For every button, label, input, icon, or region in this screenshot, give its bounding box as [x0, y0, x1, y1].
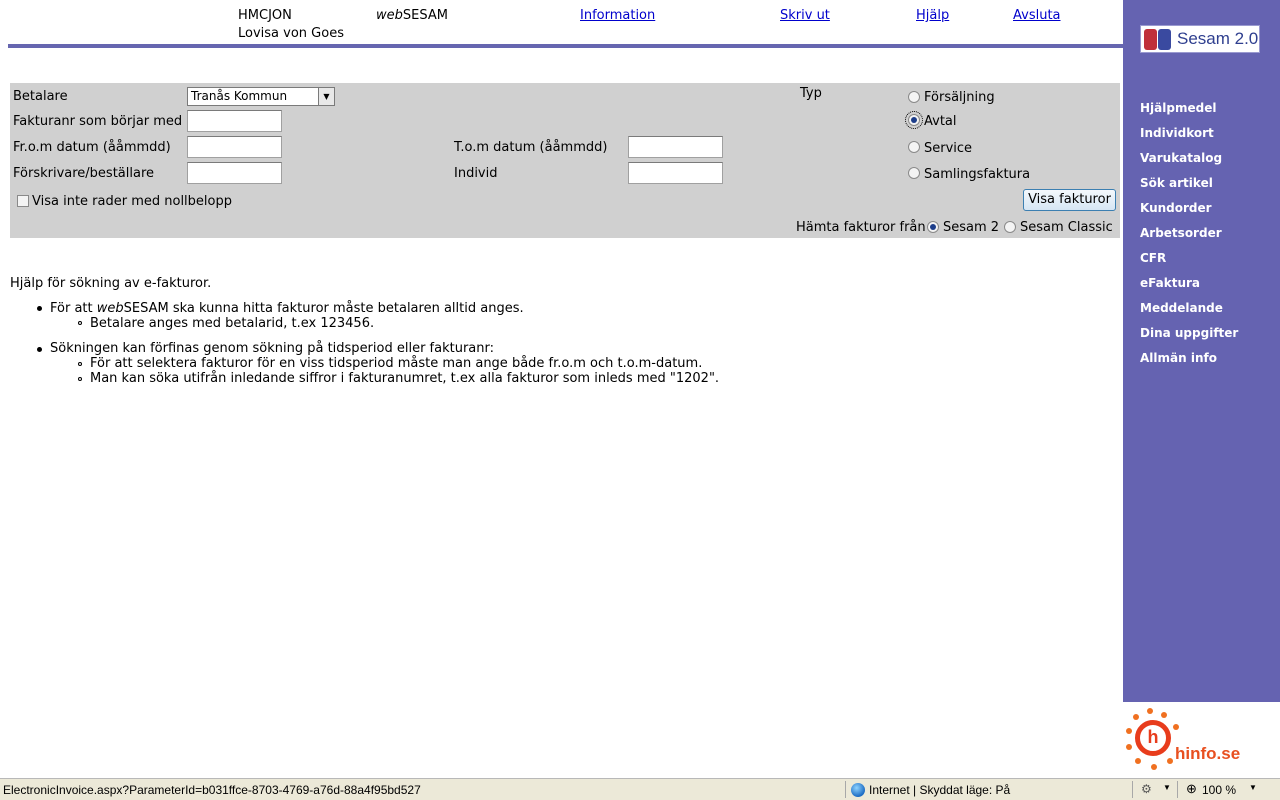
hinfo-dot [1151, 764, 1157, 770]
hinfo-h-letter: h [1147, 727, 1159, 747]
user-name: Lovisa von Goes [238, 26, 344, 41]
chevron-down-icon[interactable]: ▼ [1163, 783, 1171, 792]
chevron-down-icon[interactable]: ▼ [318, 88, 334, 105]
protected-mode-icon[interactable]: ⚙ [1141, 782, 1152, 796]
sub-bullet-icon [78, 377, 82, 381]
to-date-input[interactable] [628, 136, 723, 158]
hinfo-text: hinfo.se [1175, 744, 1241, 763]
sidebar-item-allman-info[interactable]: Allmän info [1140, 351, 1217, 365]
app-name-prefix: web [376, 8, 403, 23]
app-name: webSESAM [376, 8, 448, 23]
hinfo-logo[interactable]: h hinfo.se [1123, 702, 1280, 777]
sidebar-item-meddelande[interactable]: Meddelande [1140, 301, 1223, 315]
status-separator [1177, 781, 1178, 798]
bullet-dot-icon [37, 347, 42, 352]
help-title: Hjälp för sökning av e-fakturor. [10, 276, 212, 291]
sidebar-item-kundorder[interactable]: Kundorder [1140, 201, 1212, 215]
type-label-service: Service [924, 141, 973, 156]
zoom-icon[interactable]: ⊕ [1186, 781, 1197, 797]
help-bullet-1-sub-1: Betalare anges med betalarid, t.ex 12345… [90, 316, 375, 331]
type-label-forsaljning: Försäljning [924, 90, 995, 105]
status-bar: ElectronicInvoice.aspx?ParameterId=b031f… [0, 778, 1280, 800]
status-zone: Internet | Skyddat läge: På [869, 783, 1011, 797]
help-bullet-2: Sökningen kan förfinas genom sökning på … [50, 341, 495, 356]
fetch-radio-sesam2[interactable] [927, 221, 939, 233]
hide-zero-label: Visa inte rader med nollbelopp [32, 194, 232, 209]
invoice-no-input[interactable] [187, 110, 282, 132]
hinfo-dot [1133, 714, 1139, 720]
help-bullet-1: För att webSESAM ska kunna hitta fakturo… [50, 301, 524, 316]
app-name-suffix: SESAM [402, 8, 448, 23]
sub-bullet-icon [78, 362, 82, 366]
prescriber-input[interactable] [187, 162, 282, 184]
hinfo-dot [1126, 728, 1132, 734]
sidebar-item-arbetsorder[interactable]: Arbetsorder [1140, 226, 1222, 240]
help-bullet-1-prefix: För att [50, 301, 97, 316]
sidebar-item-hjalpmedel[interactable]: Hjälpmedel [1140, 101, 1216, 115]
header-divider [8, 44, 1123, 48]
zoom-level[interactable]: 100 % [1202, 783, 1236, 797]
payer-select[interactable]: Tranås Kommun ▼ [187, 87, 335, 106]
help-link[interactable]: Hjälp [916, 8, 949, 23]
help-bullet-2-sub-1: För att selektera fakturor för en viss t… [90, 356, 703, 371]
individual-label: Individ [454, 166, 498, 181]
fetch-radio-sesam-classic[interactable] [1004, 221, 1016, 233]
payer-select-value: Tranås Kommun [191, 89, 288, 103]
hide-zero-checkbox[interactable] [17, 195, 29, 207]
hinfo-dot [1161, 712, 1167, 718]
sidebar-item-varukatalog[interactable]: Varukatalog [1140, 151, 1222, 165]
individual-input[interactable] [628, 162, 723, 184]
sidebar-item-dina-uppgifter[interactable]: Dina uppgifter [1140, 326, 1238, 340]
hinfo-dot [1135, 758, 1141, 764]
fetch-from-label: Hämta fakturor från [796, 220, 926, 235]
hinfo-dot [1167, 758, 1173, 764]
status-separator [845, 781, 846, 798]
hinfo-dot [1126, 744, 1132, 750]
fetch-label-sesam2: Sesam 2 [943, 220, 1000, 235]
globe-icon [851, 783, 865, 797]
from-date-label: Fr.o.m datum (ååmmdd) [13, 140, 171, 155]
bullet-dot-icon [37, 306, 42, 311]
type-radio-forsaljning[interactable] [908, 91, 920, 103]
type-radio-samlingsfaktura[interactable] [908, 167, 920, 179]
to-date-label: T.o.m datum (ååmmdd) [454, 140, 608, 155]
show-invoices-button[interactable]: Visa fakturor [1023, 189, 1116, 211]
sesam-logo-mark-red [1144, 29, 1157, 50]
sidebar-item-sok-artikel[interactable]: Sök artikel [1140, 176, 1213, 190]
sesam-logo-text: Sesam 2.0 [1177, 29, 1259, 48]
hinfo-circle-icon: h [1135, 720, 1171, 756]
logout-link[interactable]: Avsluta [1013, 8, 1061, 23]
type-radio-service[interactable] [908, 141, 920, 153]
search-form: Betalare Tranås Kommun ▼ Fakturanr som b… [10, 83, 1120, 238]
help-bullet-1-brand: web [96, 301, 124, 316]
payer-label: Betalare [13, 89, 68, 104]
type-radio-avtal[interactable] [905, 111, 923, 129]
type-label-samlingsfaktura: Samlingsfaktura [924, 167, 1031, 182]
sidebar-item-cfr[interactable]: CFR [1140, 251, 1166, 265]
status-url: ElectronicInvoice.aspx?ParameterId=b031f… [3, 783, 421, 797]
sidebar: Sesam 2.0 Hjälpmedel Individkort Varukat… [1123, 0, 1280, 702]
help-bullet-2-sub-2: Man kan söka utifrån inledande siffror i… [90, 371, 720, 386]
sidebar-item-efaktura[interactable]: eFaktura [1140, 276, 1200, 290]
fetch-label-sesam-classic: Sesam Classic [1020, 220, 1113, 235]
chevron-down-icon[interactable]: ▼ [1249, 783, 1257, 792]
invoice-no-label: Fakturanr som börjar med [13, 114, 183, 129]
sidebar-item-individkort[interactable]: Individkort [1140, 126, 1214, 140]
print-link[interactable]: Skriv ut [780, 8, 830, 23]
hinfo-dot [1173, 724, 1179, 730]
type-label: Typ [800, 86, 822, 101]
information-link[interactable]: Information [580, 8, 655, 23]
type-label-avtal: Avtal [924, 114, 957, 129]
from-date-input[interactable] [187, 136, 282, 158]
prescriber-label: Förskrivare/beställare [13, 166, 155, 181]
sub-bullet-icon [78, 321, 82, 325]
sesam-logo-mark-blue [1158, 29, 1171, 50]
sesam-logo[interactable]: Sesam 2.0 [1140, 25, 1260, 53]
status-separator [1132, 781, 1133, 798]
hinfo-dot [1147, 708, 1153, 714]
help-bullet-1-rest: SESAM ska kunna hitta fakturor måste bet… [123, 301, 524, 316]
user-id: HMCJON [238, 8, 292, 23]
